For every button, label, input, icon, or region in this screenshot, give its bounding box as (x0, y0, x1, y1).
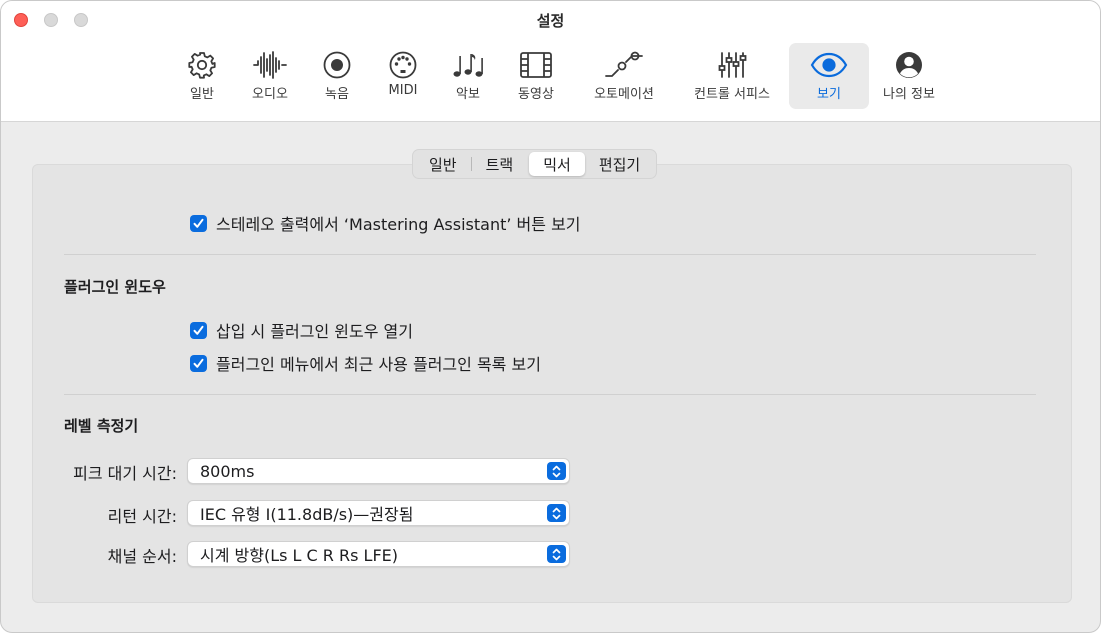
mastering-assistant-label: 스테레오 출력에서 ‘Mastering Assistant’ 버튼 보기 (216, 215, 581, 234)
toolbar-item-automation[interactable]: 오토메이션 (585, 43, 663, 109)
peak-hold-popup[interactable]: 800ms (187, 458, 570, 484)
channel-order-value: 시계 방향(Ls L C R Rs LFE) (200, 546, 399, 565)
toolbar-item-label: 악보 (456, 87, 480, 102)
mastering-assistant-checkbox[interactable] (190, 214, 207, 232)
mastering-assistant-option[interactable]: 스테레오 출력에서 ‘Mastering Assistant’ 버튼 보기 (190, 211, 581, 235)
toolbar-item-label: 컨트롤 서피스 (694, 87, 770, 102)
return-time-popup[interactable]: IEC 유형 I(11.8dB/s)—권장됨 (187, 500, 570, 526)
view-tabs: 일반 트랙 믹서 편집기 (412, 149, 658, 179)
chevron-up-down-icon (547, 545, 566, 563)
toolbar-item-label: 동영상 (518, 87, 554, 102)
person-circle-icon (894, 49, 924, 81)
open-plugin-on-insert-label: 삽입 시 플러그인 윈도우 열기 (216, 322, 413, 341)
recent-plugins-list-option[interactable]: 플러그인 메뉴에서 최근 사용 플러그인 목록 보기 (190, 351, 541, 375)
film-icon (519, 49, 553, 81)
music-notes-icon (451, 49, 485, 81)
toolbar-item-label: MIDI (388, 83, 418, 98)
toolbar-item-midi[interactable]: MIDI (378, 43, 428, 109)
window-title: 설정 (536, 12, 565, 30)
channel-order-popup[interactable]: 시계 방향(Ls L C R Rs LFE) (187, 541, 570, 567)
channel-order-label: 채널 순서: (107, 547, 177, 566)
automation-curve-icon (604, 49, 644, 81)
open-plugin-on-insert-checkbox[interactable] (190, 321, 207, 339)
midi-port-icon (388, 49, 418, 81)
level-meter-heading: 레벨 측정기 (64, 417, 139, 435)
toolbar-item-label: 보기 (817, 87, 841, 102)
titlebar: 설정 일반 오디오 녹음 MIDI 악보 동영상 오토메이션 컨트롤 서피스 보… (1, 1, 1100, 122)
waveform-icon (253, 49, 287, 81)
chevron-up-down-icon (547, 462, 566, 480)
sliders-icon (717, 49, 747, 81)
toolbar-item-view[interactable]: 보기 (789, 43, 869, 109)
return-time-value: IEC 유형 I(11.8dB/s)—권장됨 (200, 505, 414, 524)
divider (64, 394, 1036, 395)
toolbar-item-record[interactable]: 녹음 (313, 43, 361, 109)
record-icon (322, 49, 352, 81)
gear-icon (187, 49, 217, 81)
toolbar-item-my-info[interactable]: 나의 정보 (873, 43, 945, 109)
toolbar-item-control-surfaces[interactable]: 컨트롤 서피스 (681, 43, 783, 109)
toolbar-item-label: 녹음 (325, 87, 349, 102)
toolbar-item-general[interactable]: 일반 (177, 43, 227, 109)
tab-general[interactable]: 일반 (415, 152, 471, 176)
recent-plugins-list-label: 플러그인 메뉴에서 최근 사용 플러그인 목록 보기 (216, 355, 541, 374)
settings-window: 설정 일반 오디오 녹음 MIDI 악보 동영상 오토메이션 컨트롤 서피스 보… (0, 0, 1101, 633)
toolbar-item-audio[interactable]: 오디오 (241, 43, 299, 109)
plugin-window-heading: 플러그인 윈도우 (64, 278, 166, 296)
tab-mixer[interactable]: 믹서 (529, 152, 585, 176)
toolbar-item-score[interactable]: 악보 (443, 43, 493, 109)
recent-plugins-list-checkbox[interactable] (190, 354, 207, 372)
toolbar-item-label: 나의 정보 (883, 87, 935, 102)
tab-editors[interactable]: 편집기 (585, 152, 654, 176)
peak-hold-label: 피크 대기 시간: (73, 464, 177, 483)
tab-track[interactable]: 트랙 (472, 152, 528, 176)
divider (64, 254, 1036, 255)
toolbar-item-label: 일반 (190, 87, 214, 102)
open-plugin-on-insert-option[interactable]: 삽입 시 플러그인 윈도우 열기 (190, 318, 413, 342)
chevron-up-down-icon (547, 504, 566, 522)
eye-icon (810, 49, 848, 81)
return-time-label: 리턴 시간: (107, 507, 177, 526)
toolbar-item-movie[interactable]: 동영상 (507, 43, 565, 109)
toolbar-item-label: 오토메이션 (594, 87, 654, 102)
peak-hold-value: 800ms (200, 461, 255, 481)
toolbar-item-label: 오디오 (252, 87, 288, 102)
